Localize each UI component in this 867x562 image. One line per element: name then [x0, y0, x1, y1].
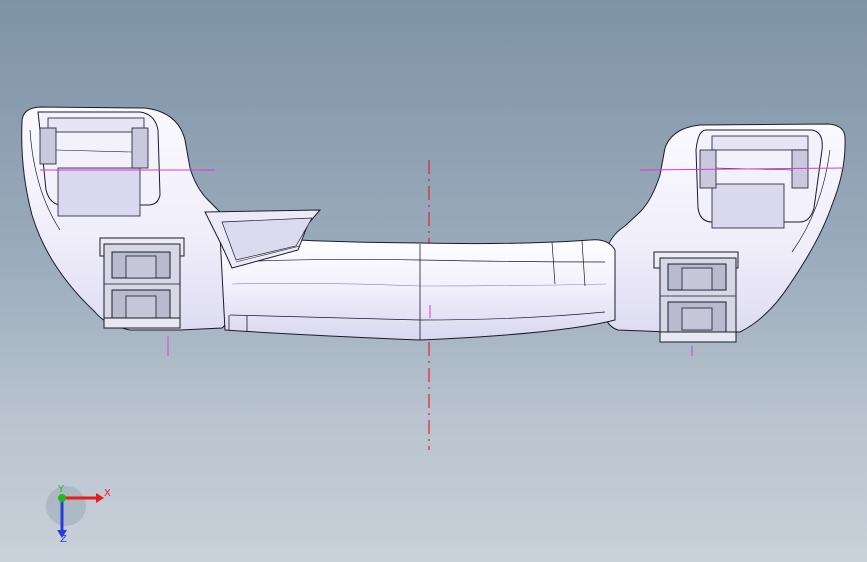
left-mounting-clip[interactable]	[99, 237, 185, 329]
y-axis-dot-icon	[58, 494, 66, 502]
triad-shadow	[46, 486, 86, 526]
x-axis-arrowhead-icon	[96, 493, 104, 503]
coordinate-triad[interactable]: X Y Z	[46, 484, 111, 545]
y-axis-label: Y	[57, 484, 65, 495]
z-axis-label: Z	[60, 534, 67, 545]
cad-graphics-viewport[interactable]: X Y Z	[0, 0, 867, 562]
model-scene[interactable]: X Y Z	[0, 0, 867, 562]
x-axis-label: X	[104, 488, 111, 499]
right-mounting-clip[interactable]	[653, 251, 739, 343]
